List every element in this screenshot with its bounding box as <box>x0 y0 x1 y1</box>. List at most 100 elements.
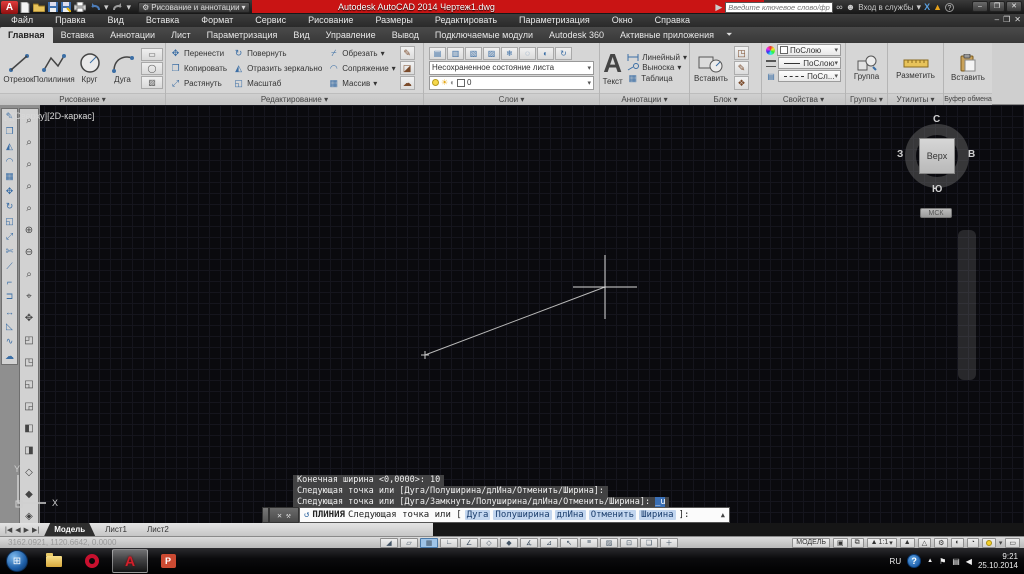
panel-block-title[interactable]: Блок ▾ <box>690 93 761 105</box>
panel-modify-title[interactable]: Редактирование ▾ <box>166 93 423 105</box>
quick-view-drawings-icon[interactable]: ⧉ <box>850 537 864 548</box>
object-snap-icon[interactable]: ◇ <box>480 537 498 548</box>
tab-parametric[interactable]: Параметризация <box>199 27 286 43</box>
panel-annotation-title[interactable]: Аннотации ▾ <box>600 93 689 105</box>
insert-block-tool[interactable]: Вставить <box>692 53 730 83</box>
workspace-gear-icon[interactable]: ⚙ <box>934 537 949 548</box>
doc-minimize-button[interactable]: – <box>995 15 999 24</box>
quick-properties-icon[interactable]: ⊡ <box>620 537 638 548</box>
command-input[interactable]: ↺ ПЛИНИЯ Следующая точка или [ Дуга Полу… <box>299 507 730 523</box>
language-indicator[interactable]: RU <box>890 557 902 566</box>
table-tool[interactable]: ▦ Таблица <box>627 73 687 84</box>
menu-file[interactable]: Файл <box>0 14 44 27</box>
save-icon[interactable] <box>48 2 58 12</box>
measure-tool[interactable]: Разметить <box>890 56 942 80</box>
tab-layout1[interactable]: Лист1 <box>95 523 137 536</box>
menu-draw[interactable]: Рисование <box>297 14 364 27</box>
rectangle-icon[interactable]: ▭ <box>141 47 163 61</box>
panel-layers-title[interactable]: Слои ▾ <box>424 93 599 105</box>
option-width[interactable]: Ширина <box>639 510 676 520</box>
clean-screen-icon[interactable]: ▭ <box>1005 537 1020 548</box>
hatch-icon[interactable]: ▨ <box>141 75 163 89</box>
layer-state-dropdown[interactable]: Несохраненное состояние листа ▾ <box>429 60 594 75</box>
signin-label[interactable]: Вход в службы <box>858 2 913 13</box>
tab-output[interactable]: Вывод <box>384 27 427 43</box>
help-icon[interactable]: ? <box>945 2 954 12</box>
undo-icon[interactable] <box>89 2 101 12</box>
layer-freeze-icon[interactable]: ❄ <box>501 46 518 60</box>
mirror-tool[interactable]: ◭ Отразить зеркально <box>233 63 322 74</box>
tab-manage[interactable]: Управление <box>318 27 384 43</box>
panel-clipboard-title[interactable]: Буфер обмена <box>944 93 992 105</box>
network-icon[interactable]: ▤ <box>952 557 960 566</box>
layer-dropdown[interactable]: ☀ ◐ 0 ▾ <box>429 75 594 90</box>
edit-cloud-icon[interactable]: ☁ <box>399 76 415 90</box>
scale-tool[interactable]: ◱ Масштаб <box>233 78 322 89</box>
menu-format[interactable]: Формат <box>190 14 244 27</box>
layer-off-icon[interactable]: ◌ <box>519 46 536 60</box>
model-space-button[interactable]: МОДЕЛЬ <box>792 537 830 548</box>
viewcube-south[interactable]: Ю <box>932 184 942 195</box>
redo-icon[interactable] <box>112 2 124 12</box>
ortho-mode-icon[interactable]: ∟ <box>440 537 458 548</box>
explode-icon[interactable]: ◪ <box>399 61 415 75</box>
tab-layout[interactable]: Лист <box>163 27 199 43</box>
tray-expand-icon[interactable]: ▲ <box>927 558 933 564</box>
taskbar-explorer[interactable] <box>36 549 72 573</box>
layer-isolate-icon[interactable]: ▨ <box>483 46 500 60</box>
edit-block-icon[interactable]: ✎ <box>734 61 749 75</box>
hardware-accel-icon[interactable]: ◔ <box>966 537 979 548</box>
last-sheet-icon[interactable]: ▶| <box>32 526 39 534</box>
command-bar-grip[interactable] <box>262 507 269 523</box>
search-go-icon[interactable]: ▶ <box>715 2 722 13</box>
circle-tool[interactable]: Круг <box>73 52 106 84</box>
taskbar-autocad[interactable]: A <box>112 549 148 573</box>
layer-properties-icon[interactable]: ▤ <box>429 46 446 60</box>
snap-mode-icon[interactable]: ▱ <box>400 537 418 548</box>
array-tool[interactable]: ▦ Массив ▾ <box>328 78 395 89</box>
paste-tool[interactable]: Вставить <box>946 54 990 82</box>
plot-icon[interactable] <box>74 2 86 12</box>
tab-home[interactable]: Главная <box>0 27 53 43</box>
drawing-canvas[interactable]: [-][Сверху][2D-каркас] С В Ю З Верх МСК … <box>0 105 1024 523</box>
autocad-app-menu-icon[interactable]: A <box>1 0 18 14</box>
binoculars-icon[interactable]: ∞ <box>836 2 842 13</box>
signin-dropdown-icon[interactable]: ▾ <box>917 2 922 13</box>
lineweight-icon[interactable]: ≡ <box>580 537 598 548</box>
menu-dimension[interactable]: Размеры <box>364 14 423 27</box>
help-tray-icon[interactable]: ? <box>907 554 922 568</box>
menu-edit[interactable]: Правка <box>44 14 96 27</box>
tab-autodesk360[interactable]: Autodesk 360 <box>541 27 612 43</box>
annotation-visibility-icon[interactable]: ▲ <box>899 537 915 548</box>
move-tool[interactable]: ✥ Перенести <box>170 48 227 59</box>
tab-insert[interactable]: Вставка <box>53 27 102 43</box>
text-tool[interactable]: A Текст <box>602 50 623 86</box>
dynamic-ucs-icon[interactable]: ⊿ <box>540 537 558 548</box>
option-length[interactable]: длИна <box>554 510 586 520</box>
leader-tool[interactable]: Выноска ▾ <box>627 63 687 72</box>
create-block-icon[interactable]: ◳ <box>734 46 749 60</box>
tab-plugins[interactable]: Подключаемые модули <box>427 27 541 43</box>
save-as-icon[interactable] <box>61 2 71 12</box>
option-arc[interactable]: Дуга <box>464 510 491 520</box>
workspace-switcher[interactable]: ⚙ Рисование и аннотации ▾ <box>138 1 250 13</box>
volume-icon[interactable]: ◀ <box>966 557 972 566</box>
taskbar-powerpoint[interactable]: P <box>150 549 186 573</box>
doc-close-button[interactable]: ✕ <box>1014 15 1021 24</box>
command-history-toggle-icon[interactable]: ▲ <box>721 511 725 519</box>
group-tool[interactable]: Группа <box>848 55 886 81</box>
infer-constraints-icon[interactable]: ◢ <box>380 537 398 548</box>
polar-tracking-icon[interactable]: ∠ <box>460 537 478 548</box>
undo-dropdown-icon[interactable]: ▾ <box>104 2 109 13</box>
line-tool[interactable]: Отрезок <box>2 52 35 84</box>
stretch-tool[interactable]: ⤢ Растянуть <box>170 78 227 89</box>
panel-properties-title[interactable]: Свойства ▾ <box>762 93 845 105</box>
viewcube-west[interactable]: З <box>897 149 903 160</box>
taskbar-opera[interactable] <box>74 549 110 573</box>
option-halfwidth[interactable]: Полуширина <box>493 510 552 520</box>
first-sheet-icon[interactable]: |◀ <box>5 526 12 534</box>
polyline-tool[interactable]: Полилиния <box>33 52 75 84</box>
command-close-icon[interactable]: ✕ <box>277 511 282 520</box>
wcs-button[interactable]: МСК <box>920 208 952 218</box>
viewcube-north[interactable]: С <box>933 114 940 125</box>
